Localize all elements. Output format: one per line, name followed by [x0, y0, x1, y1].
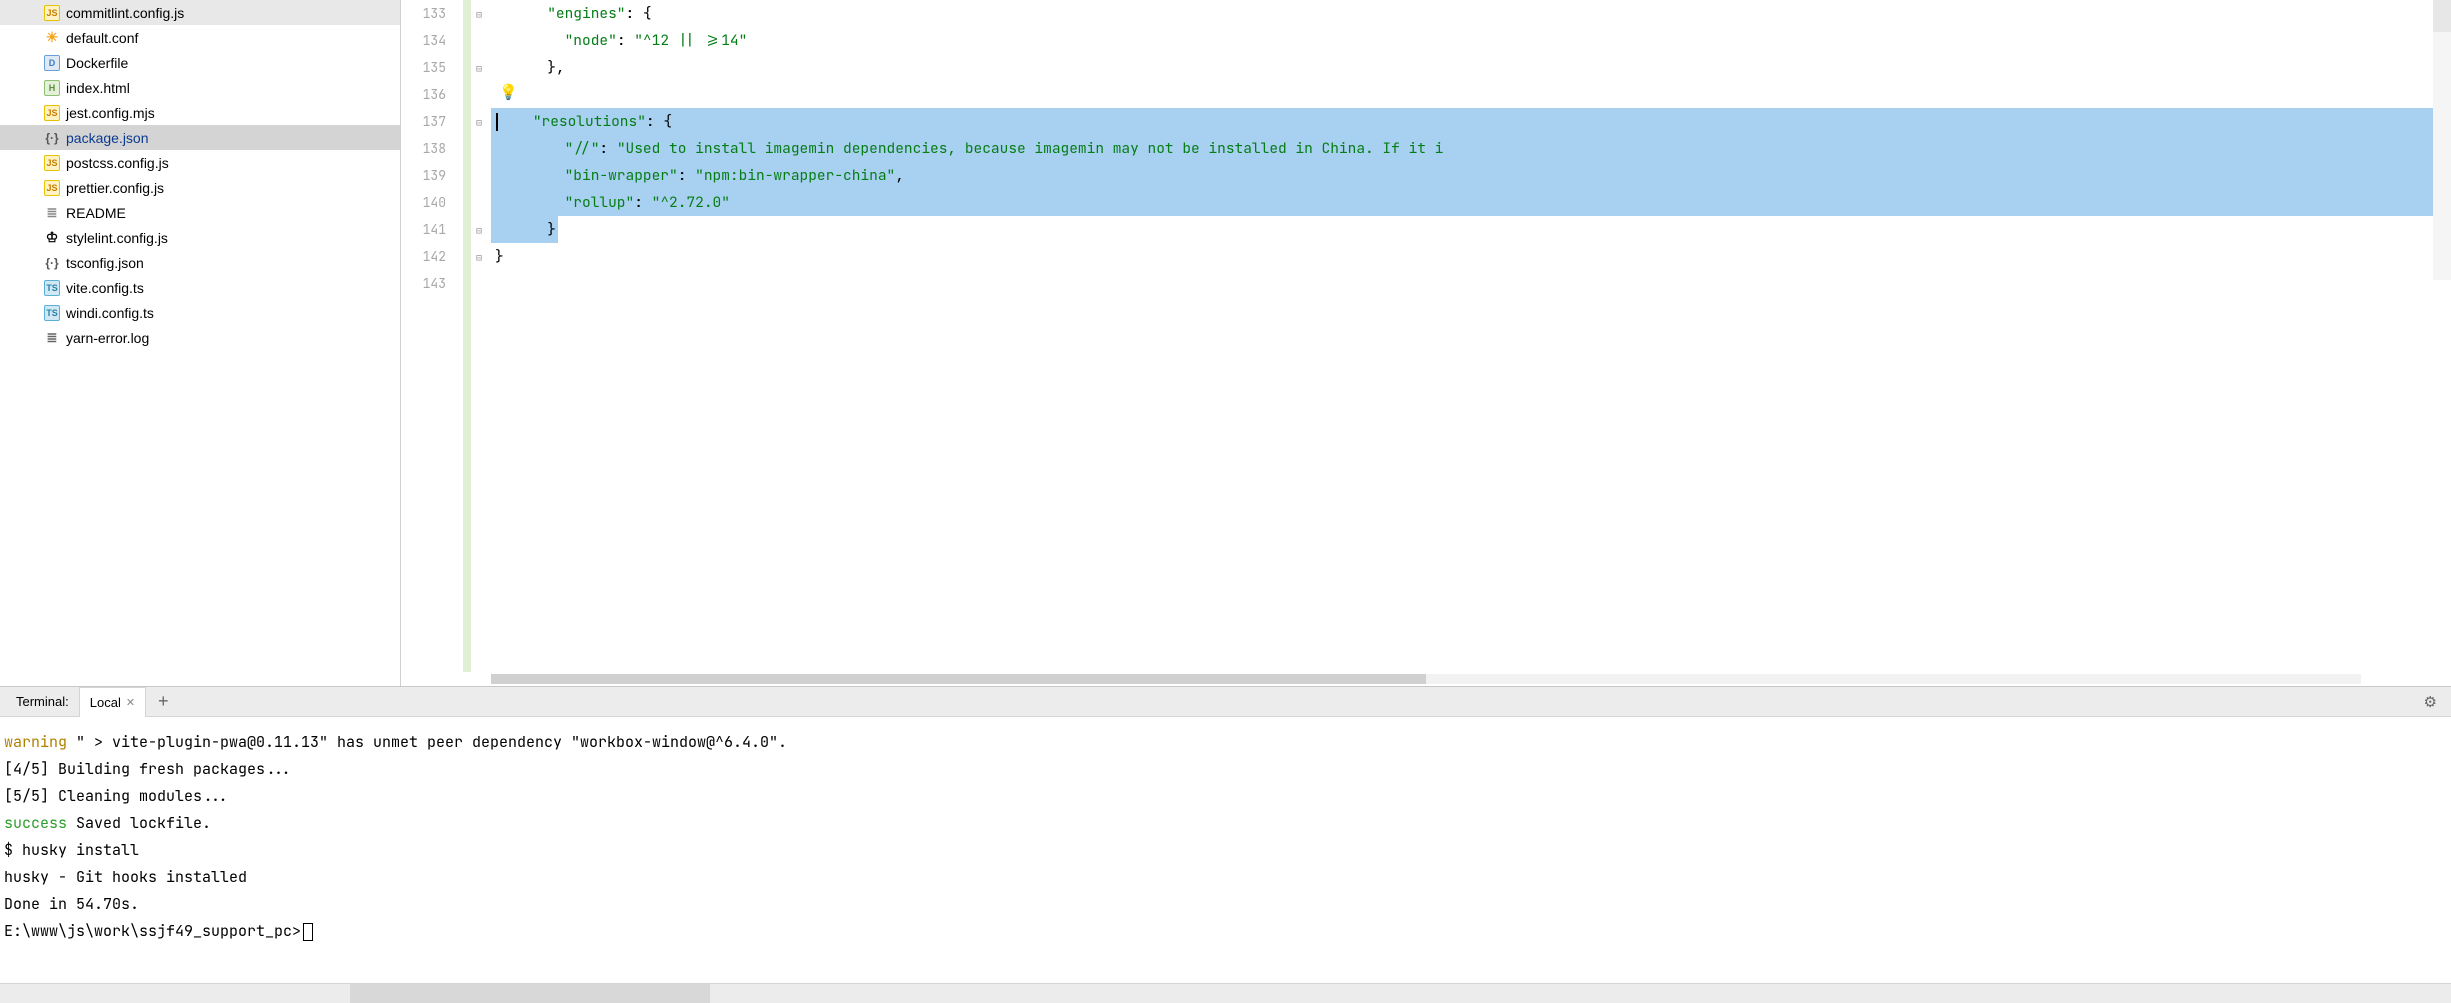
code-line[interactable]: "engines": { [491, 0, 2451, 27]
fold-column[interactable]: ⊟ ⊟ ⊟ ⊟ ⊟ [463, 0, 491, 672]
file-item-README[interactable]: ≣ README [0, 200, 400, 225]
fold-toggle-icon[interactable]: ⊟ [473, 8, 485, 21]
code-line[interactable]: }, [491, 54, 2451, 81]
code-line[interactable]: } [491, 216, 2451, 243]
terminal-line: $ husky install [4, 837, 2443, 864]
line-number: 142 [401, 243, 446, 270]
file-type-icon: TS [44, 280, 60, 296]
file-tree-sidebar[interactable]: JS commitlint.config.js ☀ default.conf D Dock… [0, 0, 401, 686]
file-item-yarn-error-log[interactable]: ≣ yarn-error.log [0, 325, 400, 350]
file-item-default-conf[interactable]: ☀ default.conf [0, 25, 400, 50]
file-type-icon: JS [44, 5, 60, 21]
terminal-line: [5/5] Cleaning modules... [4, 783, 2443, 810]
file-label: prettier.config.js [66, 180, 164, 196]
file-type-icon: D [44, 55, 60, 71]
file-type-icon: {·} [44, 130, 60, 146]
file-label: index.html [66, 80, 130, 96]
editor-horizontal-scrollbar[interactable] [401, 672, 2451, 686]
file-label: jest.config.mjs [66, 105, 155, 121]
terminal-line: [4/5] Building fresh packages... [4, 756, 2443, 783]
file-label: stylelint.config.js [66, 230, 168, 246]
intention-bulb-icon[interactable]: 💡 [499, 82, 518, 102]
line-number: 137 [401, 108, 446, 135]
file-label: commitlint.config.js [66, 5, 184, 21]
code-line[interactable] [491, 270, 2451, 297]
new-terminal-button[interactable]: + [146, 691, 181, 712]
terminal-label: Terminal: [6, 694, 79, 709]
file-item-vite-config-ts[interactable]: TS vite.config.ts [0, 275, 400, 300]
file-item-prettier-config-js[interactable]: JS prettier.config.js [0, 175, 400, 200]
line-number-gutter: 133134135136137138139140141142143 [401, 0, 463, 672]
file-item-windi-config-ts[interactable]: TS windi.config.ts [0, 300, 400, 325]
terminal-line: success Saved lockfile. [4, 810, 2443, 837]
line-number: 134 [401, 27, 446, 54]
line-number: 133 [401, 0, 446, 27]
file-type-icon: JS [44, 105, 60, 121]
file-label: postcss.config.js [66, 155, 169, 171]
code-line[interactable]: "bin-wrapper": "npm:bin-wrapper-china", [491, 162, 2451, 189]
code-area[interactable]: 💡 "engines": { "node": "^12 || >=14" }, … [491, 0, 2451, 672]
line-number: 136 [401, 81, 446, 108]
terminal-line: E:\www\js\work\ssjf49_support_pc> [4, 918, 2443, 945]
file-item-Dockerfile[interactable]: D Dockerfile [0, 50, 400, 75]
file-item-commitlint-config-js[interactable]: JS commitlint.config.js [0, 0, 400, 25]
file-type-icon: ☀ [44, 30, 60, 46]
terminal-tab-bar: Terminal: Local ✕ + ⚙ [0, 687, 2451, 717]
terminal-tab-local[interactable]: Local ✕ [79, 687, 146, 717]
terminal-tab-label: Local [90, 695, 121, 710]
status-bar [0, 983, 2451, 1003]
code-line[interactable]: "rollup": "^2.72.0" [491, 189, 2451, 216]
line-number: 139 [401, 162, 446, 189]
code-line[interactable]: "resolutions": { [491, 108, 2451, 135]
code-line[interactable]: "//": "Used to install imagemin dependen… [491, 135, 2451, 162]
file-item-index-html[interactable]: Hindex.html [0, 75, 400, 100]
code-line[interactable]: "node": "^12 || >=14" [491, 27, 2451, 54]
line-number: 141 [401, 216, 446, 243]
gear-icon[interactable]: ⚙ [2410, 693, 2451, 711]
fold-toggle-icon[interactable]: ⊟ [473, 62, 485, 75]
fold-toggle-icon[interactable]: ⊟ [473, 224, 485, 237]
code-editor[interactable]: 133134135136137138139140141142143 ⊟ ⊟ ⊟ ⊟⊟ … [401, 0, 2451, 686]
file-type-icon: H [44, 80, 60, 96]
file-item-package-json[interactable]: {·} package.json [0, 125, 400, 150]
code-line[interactable] [491, 81, 2451, 108]
file-type-icon: JS [44, 155, 60, 171]
terminal-line: warning " > vite-plugin-pwa@0.11.13" has… [4, 729, 2443, 756]
file-label: default.conf [66, 30, 138, 46]
file-item-jest-config-mjs[interactable]: JS jest.config.mjs [0, 100, 400, 125]
close-icon[interactable]: ✕ [126, 696, 135, 709]
fold-toggle-icon[interactable]: ⊟ [473, 116, 485, 129]
fold-toggle-icon[interactable]: ⊟ [473, 251, 485, 264]
line-number: 143 [401, 270, 446, 297]
file-type-icon: ≣ [44, 330, 60, 346]
file-label: tsconfig.json [66, 255, 144, 271]
terminal-line: husky - Git hooks installed [4, 864, 2443, 891]
file-item-stylelint-config-js[interactable]: ♔ stylelint.config.js [0, 225, 400, 250]
file-label: README [66, 205, 126, 221]
file-type-icon: ♔ [44, 230, 60, 246]
file-label: windi.config.ts [66, 305, 154, 321]
file-type-icon: {·} [44, 255, 60, 271]
line-number: 135 [401, 54, 446, 81]
terminal-cursor [303, 923, 313, 941]
terminal-line: Done in 54.70s. [4, 891, 2443, 918]
file-type-icon: ≣ [44, 205, 60, 221]
code-line[interactable]: } [491, 243, 2451, 270]
file-label: package.json [66, 130, 149, 146]
terminal-output[interactable]: warning " > vite-plugin-pwa@0.11.13" has… [0, 717, 2451, 983]
terminal-panel: Terminal: Local ✕ + ⚙ warning " > vite-p… [0, 686, 2451, 983]
file-label: Dockerfile [66, 55, 128, 71]
file-item-postcss-config-js[interactable]: JS postcss.config.js [0, 150, 400, 175]
file-item-tsconfig-json[interactable]: {·} tsconfig.json [0, 250, 400, 275]
line-number: 140 [401, 189, 446, 216]
file-type-icon: JS [44, 180, 60, 196]
file-label: yarn-error.log [66, 330, 149, 346]
file-type-icon: TS [44, 305, 60, 321]
file-label: vite.config.ts [66, 280, 144, 296]
editor-vertical-scrollbar[interactable] [2433, 0, 2451, 280]
line-number: 138 [401, 135, 446, 162]
